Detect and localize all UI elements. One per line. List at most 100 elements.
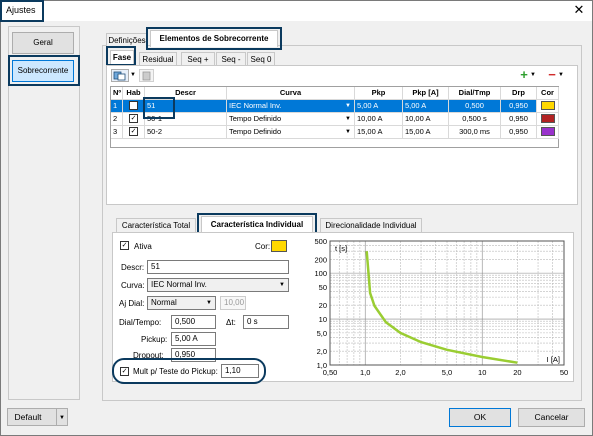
row2-pkp-a[interactable]: 10,00 A [403, 113, 449, 126]
x-tick-label: 2,0 [395, 368, 405, 377]
col-header-pkp-a: Pkp [A] [403, 87, 449, 100]
y-axis-label: t [s] [335, 244, 347, 253]
subtab-seq-minus[interactable]: Seq - [216, 52, 246, 66]
col-header-curva: Curva [227, 87, 355, 100]
cancel-button[interactable]: Cancelar [518, 408, 585, 427]
aj-dial-value: Normal [151, 298, 177, 307]
tab-caracteristica-total[interactable]: Característica Total [116, 218, 196, 232]
row3-pkp-a[interactable]: 15,00 A [403, 126, 449, 139]
close-icon[interactable]: ✕ [570, 2, 588, 18]
descr-input[interactable]: 51 [147, 260, 289, 274]
curva-dropdown-icon[interactable]: ▼ [279, 279, 285, 291]
aj-dial-select[interactable]: Normal ▼ [147, 296, 216, 310]
row3-descr[interactable]: 50-2 [145, 126, 227, 139]
dial-tempo-input[interactable]: 0,500 [171, 315, 216, 329]
cor-label: Cor: [255, 242, 271, 251]
y-tick-label: 200 [314, 255, 327, 264]
tab-direcionalidade-individual[interactable]: Direcionalidade Individual [320, 218, 422, 232]
row3-curva-text: Tempo Definido [229, 127, 282, 136]
remove-dropdown-icon[interactable]: ▼ [558, 69, 568, 82]
curva-label: Curva: [121, 281, 145, 290]
tab-highlight [146, 27, 282, 50]
row1-pkp[interactable]: 5,00 A [355, 100, 403, 113]
row2-dial[interactable]: 0,500 s [449, 113, 501, 126]
x-tick-label: 5,0 [442, 368, 452, 377]
add-dropdown-icon[interactable]: ▼ [530, 69, 538, 82]
y-tick-label: 50 [319, 283, 327, 292]
pickup-label: Pickup: [141, 335, 168, 344]
row2-cor[interactable] [537, 113, 559, 126]
pickup-input[interactable]: 5,00 A [171, 332, 216, 346]
curva-select-value: IEC Normal Inv. [151, 280, 207, 289]
delta-t-input[interactable]: 0 s [243, 315, 289, 329]
row1-curva-dropdown-icon[interactable]: ▼ [345, 100, 351, 112]
subtab-residual[interactable]: Residual [139, 52, 177, 66]
subtab-highlight [106, 46, 136, 66]
y-tick-label: 100 [314, 269, 327, 278]
window-title: Ajustes [6, 5, 36, 15]
row3-curva[interactable]: Tempo Definido ▼ [227, 126, 355, 139]
y-tick-label: 2,0 [317, 347, 327, 356]
x-tick-label: 50 [560, 368, 568, 377]
row2-curva-text: Tempo Definido [229, 114, 282, 123]
nav-button-sobrecorrente[interactable]: Sobrecorrente [12, 60, 74, 82]
mult-highlight [112, 358, 266, 384]
y-tick-label: 20 [319, 301, 327, 310]
tcc-chart-svg: 0,50 1,0 2,0 5,0 10 20 505002001005020105,02,0… [314, 237, 568, 377]
ativa-checkbox[interactable]: ✓ [120, 241, 129, 250]
row2-drp[interactable]: 0,950 [501, 113, 537, 126]
row3-cor[interactable] [537, 126, 559, 139]
curva-select[interactable]: IEC Normal Inv. ▼ [147, 278, 289, 292]
row3-color-swatch [541, 127, 555, 136]
row3-drp[interactable]: 0,950 [501, 126, 537, 139]
descr-cell-highlight [143, 97, 175, 119]
row2-curva-dropdown-icon[interactable]: ▼ [345, 113, 351, 125]
copy-icon[interactable] [111, 69, 129, 82]
y-tick-label: 5,0 [317, 329, 327, 338]
subtab-seq-0[interactable]: Seq 0 [247, 52, 275, 66]
aj-dial-dropdown-icon[interactable]: ▼ [206, 297, 212, 309]
row3-n[interactable]: 3 [111, 126, 123, 139]
row1-drp[interactable]: 0,950 [501, 100, 537, 113]
default-button[interactable]: Default [7, 408, 59, 426]
row1-cor[interactable] [537, 100, 559, 113]
delta-t-label: Δt: [226, 318, 236, 327]
paste-icon[interactable] [139, 69, 154, 82]
row2-curva[interactable]: Tempo Definido ▼ [227, 113, 355, 126]
x-tick-label: 10 [478, 368, 486, 377]
row3-hab[interactable]: ✓ [123, 126, 145, 139]
row3-pkp[interactable]: 15,00 A [355, 126, 403, 139]
elements-table: Nº Hab Descr Curva Pkp Pkp [A] Dial/Tmp … [110, 86, 559, 148]
row1-curva[interactable]: IEC Normal Inv. ▼ [227, 100, 355, 113]
row2-pkp[interactable]: 10,00 A [355, 113, 403, 126]
y-tick-label: 10 [319, 315, 327, 324]
ok-button[interactable]: OK [449, 408, 511, 427]
subtab-seq-plus[interactable]: Seq + [181, 52, 215, 66]
aj-dial-extra-input[interactable]: 10,00 [220, 296, 246, 310]
row3-curva-dropdown-icon[interactable]: ▼ [345, 126, 351, 138]
row1-dial[interactable]: 0,500 [449, 100, 501, 113]
row1-color-swatch [541, 101, 555, 110]
x-tick-label: 20 [513, 368, 521, 377]
cor-color-swatch[interactable] [271, 240, 287, 252]
copy-dropdown-icon[interactable]: ▼ [130, 69, 138, 82]
col-header-hab: Hab [123, 87, 145, 100]
tab-definicoes[interactable]: Definições [106, 33, 148, 47]
add-icon[interactable]: + [518, 68, 530, 82]
row1-hab[interactable]: ✓ [123, 100, 145, 113]
col-header-n: Nº [111, 87, 123, 100]
col-header-cor: Cor [537, 87, 559, 100]
y-tick-label: 1,0 [317, 361, 327, 370]
row2-n[interactable]: 2 [111, 113, 123, 126]
row1-pkp-a[interactable]: 5,00 A [403, 100, 449, 113]
dial-tempo-label: Dial/Tempo: [119, 318, 162, 327]
title-bar [1, 1, 592, 21]
col-header-dial: Dial/Tmp [449, 87, 501, 100]
default-dropdown-icon[interactable]: ▼ [56, 408, 68, 426]
row2-color-swatch [541, 114, 555, 123]
row2-hab[interactable]: ✓ [123, 113, 145, 126]
nav-button-geral[interactable]: Geral [12, 32, 74, 54]
remove-icon[interactable]: − [546, 68, 558, 82]
row1-n[interactable]: 1 [111, 100, 123, 113]
row3-dial[interactable]: 300,0 ms [449, 126, 501, 139]
